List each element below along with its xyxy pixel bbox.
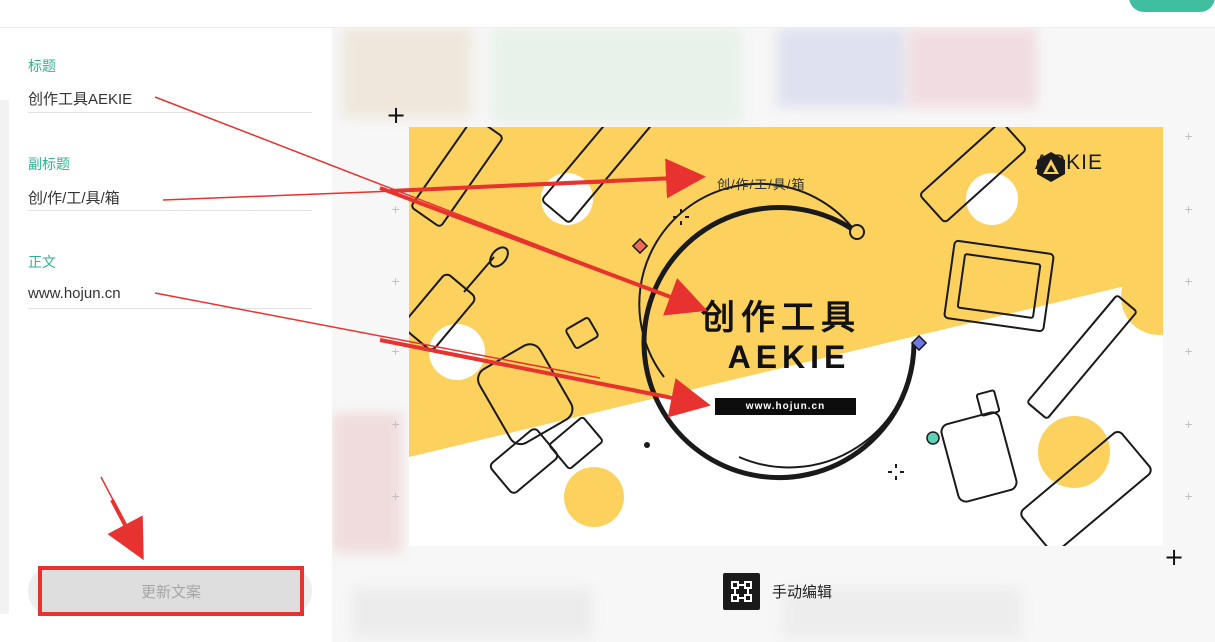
title-label: 标题 — [28, 58, 56, 74]
bg-thumbnail — [492, 28, 742, 123]
bg-thumbnail — [907, 28, 1037, 108]
bg-thumbnail — [332, 413, 402, 553]
design-subtitle[interactable]: 创/作/工/具/箱 — [717, 174, 805, 193]
top-bar — [0, 0, 1215, 28]
crosshair-icon: + — [1164, 543, 1185, 571]
body-label: 正文 — [28, 254, 56, 270]
design-preview[interactable]: ARKIE 创/作/工/具/箱 创作工具 AEKIE www.hojun.cn — [409, 127, 1163, 546]
bg-thumbnail — [777, 28, 907, 108]
design-title-cn[interactable]: 创作工具 — [409, 290, 1163, 339]
design-url[interactable]: www.hojun.cn — [715, 398, 856, 415]
edit-frame-icon — [723, 573, 760, 610]
update-copy-button[interactable]: 更新文案 — [38, 566, 304, 616]
body-input[interactable]: www.hojun.cn — [28, 285, 121, 302]
crosshair-icon: + — [386, 101, 407, 129]
manual-edit-button[interactable]: 手动编辑 — [723, 573, 832, 610]
subtitle-input[interactable]: 创/作/工/具/箱 — [28, 187, 120, 208]
title-input[interactable]: 创作工具AEKIE — [28, 88, 132, 109]
text-edit-panel — [0, 28, 332, 642]
top-action-button[interactable] — [1129, 0, 1215, 12]
subtitle-label: 副标题 — [28, 156, 70, 172]
subtitle-underline — [28, 210, 312, 211]
design-title-en[interactable]: AEKIE — [709, 339, 869, 376]
bg-thumbnail — [342, 28, 472, 118]
body-underline — [28, 308, 312, 309]
arkie-logo: ARKIE — [1035, 151, 1103, 182]
left-strip — [0, 100, 9, 614]
title-underline — [28, 112, 312, 113]
bg-thumbnail — [352, 588, 592, 638]
manual-edit-label: 手动编辑 — [772, 584, 833, 601]
arkie-logo-icon — [1037, 152, 1065, 182]
